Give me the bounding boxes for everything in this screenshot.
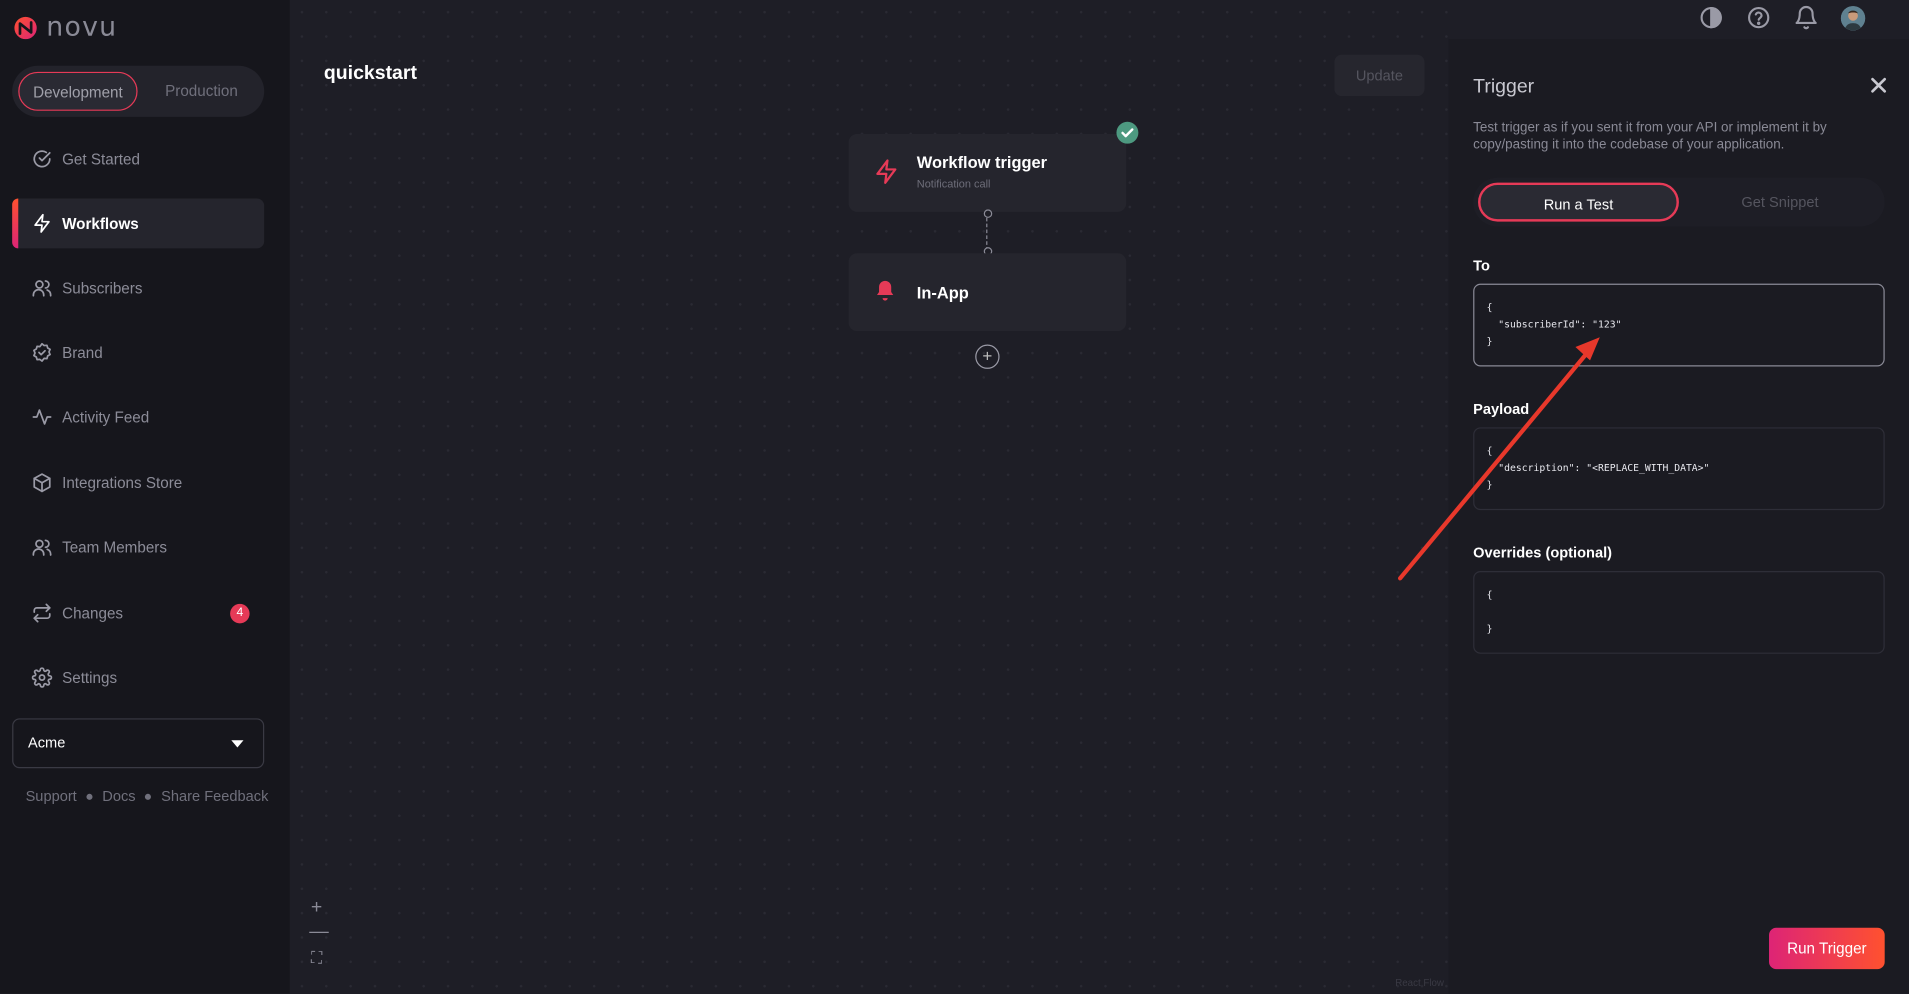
topbar-icons [1698,5,1866,31]
workflow-name[interactable]: quickstart [324,63,417,85]
sidebar-item-workflows[interactable]: Workflows [12,198,265,249]
share-feedback-link[interactable]: Share Feedback [161,788,268,805]
separator-dot [145,793,152,800]
to-editor[interactable]: { "subscriberId": "123" } [1473,283,1885,367]
close-icon[interactable] [1870,77,1887,94]
env-production-button[interactable]: Production [144,72,260,111]
env-development-button[interactable]: Development [18,71,138,111]
check-icon [1116,121,1139,144]
sidebar-item-label: Brand [62,343,103,361]
bolt-icon [34,213,50,233]
sidebar: novu Development Production Get Started … [0,0,290,994]
tab-get-snippet[interactable]: Get Snippet [1683,183,1878,222]
update-button[interactable]: Update [1334,54,1425,97]
sidebar-item-get-started[interactable]: Get Started [12,134,264,184]
box-icon [33,473,51,493]
trigger-panel: Trigger Test trigger as if you sent it f… [1448,38,1909,994]
environment-switch: Development Production [12,65,265,117]
workflow-trigger-node[interactable]: Workflow trigger Notification call [848,133,1127,212]
to-label: To [1473,256,1490,274]
node-title: In-App [916,283,969,302]
sidebar-item-label: Workflows [62,214,139,232]
bolt-icon [876,159,897,184]
sidebar-item-label: Activity Feed [62,408,150,426]
help-icon[interactable] [1746,5,1772,31]
react-flow-attribution[interactable]: React Flow [1395,978,1444,989]
organization-name: Acme [28,734,66,752]
in-app-node[interactable]: In-App [848,253,1127,332]
check-circle-icon [33,150,51,168]
run-trigger-button[interactable]: Run Trigger [1769,927,1885,970]
bell-icon [877,280,894,301]
footer-links: Support Docs Share Feedback [26,788,269,805]
sidebar-item-label: Team Members [62,538,167,556]
logo[interactable]: novu [12,12,118,43]
sidebar-item-label: Settings [62,669,118,687]
changes-count-badge: 4 [230,603,250,623]
sidebar-item-settings[interactable]: Settings [12,653,264,703]
users-icon [32,539,52,556]
users-icon [32,280,52,297]
sidebar-item-label: Subscribers [62,279,143,297]
bell-icon[interactable] [1793,5,1819,31]
payload-label: Payload [1473,400,1530,418]
trigger-mode-tabs: Run a Test Get Snippet [1473,177,1885,227]
app-root: novu Development Production Get Started … [0,0,1909,994]
support-link[interactable]: Support [26,788,77,805]
node-subtitle: Notification call [916,177,991,190]
organization-select[interactable]: Acme [12,718,265,769]
sidebar-item-integrations-store[interactable]: Integrations Store [12,458,264,508]
sidebar-item-brand[interactable]: Brand [12,328,264,378]
badge-check-icon [33,342,51,362]
gear-icon [31,667,53,688]
sidebar-item-label: Changes [62,604,124,622]
app-name: novu [46,12,118,43]
checkmark-glyph [1121,128,1134,138]
workflow-canvas[interactable]: quickstart Update Workflow trigger Notif… [289,0,1449,994]
tab-run-a-test[interactable]: Run a Test [1478,182,1679,222]
sidebar-item-team-members[interactable]: Team Members [12,522,264,572]
connector-handle[interactable] [983,209,993,218]
overrides-label: Overrides (optional) [1473,544,1613,562]
zoom-out-button[interactable]: — [309,922,328,944]
payload-editor[interactable]: { "description": "<REPLACE_WITH_DATA>" } [1473,427,1885,511]
add-node-button[interactable]: + [975,344,1000,369]
sidebar-item-changes[interactable]: Changes 4 [12,588,264,638]
repeat-icon [33,603,51,623]
panel-title: Trigger [1473,76,1535,98]
sidebar-item-label: Get Started [62,150,140,168]
node-title: Workflow trigger [916,153,1048,172]
fit-view-button[interactable]: ⛶ [309,948,324,967]
theme-toggle-icon[interactable] [1698,5,1724,31]
user-avatar[interactable] [1840,5,1866,30]
zoom-in-button[interactable]: + [309,897,324,919]
caret-down-icon [231,740,244,748]
overrides-editor[interactable]: { } [1473,571,1885,654]
avatar-image [1840,5,1866,30]
sidebar-item-label: Integrations Store [62,474,183,492]
docs-link[interactable]: Docs [102,788,135,805]
activity-icon [32,409,52,425]
separator-dot [86,793,93,800]
sidebar-item-activity-feed[interactable]: Activity Feed [12,392,264,442]
panel-description: Test trigger as if you sent it from your… [1473,120,1827,153]
sidebar-item-subscribers[interactable]: Subscribers [12,263,264,313]
novu-logo-icon [14,16,37,39]
